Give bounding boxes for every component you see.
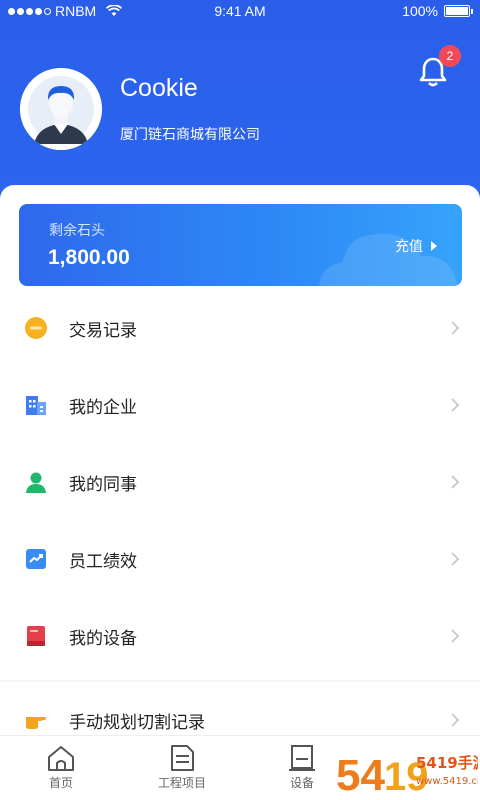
- chevron-right-icon: [451, 552, 460, 566]
- home-icon: [48, 746, 74, 771]
- chevron-right-icon: [451, 713, 460, 727]
- recharge-label: 充值: [395, 239, 423, 255]
- menu-label: 我的同事: [69, 475, 137, 495]
- menu-label: 员工绩效: [69, 552, 137, 572]
- watermark-url: www.5419.cn: [416, 776, 478, 787]
- menu-label: 手动规划切割记录: [69, 713, 205, 733]
- building-icon: [26, 396, 46, 415]
- battery-status: 100%: [402, 3, 473, 19]
- play-arrow-icon: [431, 241, 437, 251]
- tab-projects[interactable]: 工程项目: [134, 744, 230, 791]
- battery-percent: 100%: [402, 3, 438, 19]
- menu-item-colleagues[interactable]: 我的同事: [0, 444, 480, 520]
- device-icon: [27, 626, 45, 646]
- menu-label: 交易记录: [69, 321, 137, 341]
- avatar[interactable]: [20, 68, 102, 150]
- chevron-right-icon: [451, 321, 460, 335]
- recharge-button[interactable]: 充值: [395, 236, 437, 256]
- person-icon: [26, 472, 46, 493]
- chart-icon: [26, 549, 46, 569]
- menu-label: 我的企业: [69, 398, 137, 418]
- notification-badge: 2: [439, 45, 461, 67]
- tab-label: 工程项目: [157, 776, 206, 790]
- profile-header: RNBM 9:41 AM 100% Cookie 厦门链石商城有限公司 2: [0, 0, 480, 215]
- balance-value: 1,800.00: [48, 246, 130, 269]
- company-name: 厦门链石商城有限公司: [120, 127, 260, 143]
- svg-text:54: 54: [336, 751, 385, 800]
- battery-icon: [444, 5, 473, 17]
- balance-card[interactable]: 剩余石头 1,800.00 充值: [19, 204, 462, 286]
- user-avatar-icon: [20, 68, 102, 150]
- chevron-right-icon: [451, 475, 460, 489]
- menu-item-performance[interactable]: 员工绩效: [0, 521, 480, 597]
- chevron-right-icon: [451, 629, 460, 643]
- machine-icon: [289, 745, 315, 771]
- status-bar: RNBM 9:41 AM 100%: [0, 0, 480, 24]
- balance-label: 剩余石头: [49, 223, 105, 239]
- menu-item-my-company[interactable]: 我的企业: [0, 367, 480, 443]
- document-icon: [171, 745, 194, 771]
- coin-icon: [25, 317, 47, 339]
- chevron-right-icon: [451, 398, 460, 412]
- menu-label: 我的设备: [69, 629, 137, 649]
- menu-item-my-devices[interactable]: 我的设备: [0, 598, 480, 674]
- hand-pointer-icon: [26, 717, 46, 729]
- tab-label: 首页: [48, 776, 73, 790]
- tab-home[interactable]: 首页: [13, 744, 109, 791]
- watermark-text: 5419手游网: [416, 754, 478, 772]
- site-watermark: 54 19 5419手游网 www.5419.cn: [330, 740, 480, 800]
- user-name: Cookie: [120, 74, 198, 102]
- menu-item-transactions[interactable]: 交易记录: [0, 290, 480, 366]
